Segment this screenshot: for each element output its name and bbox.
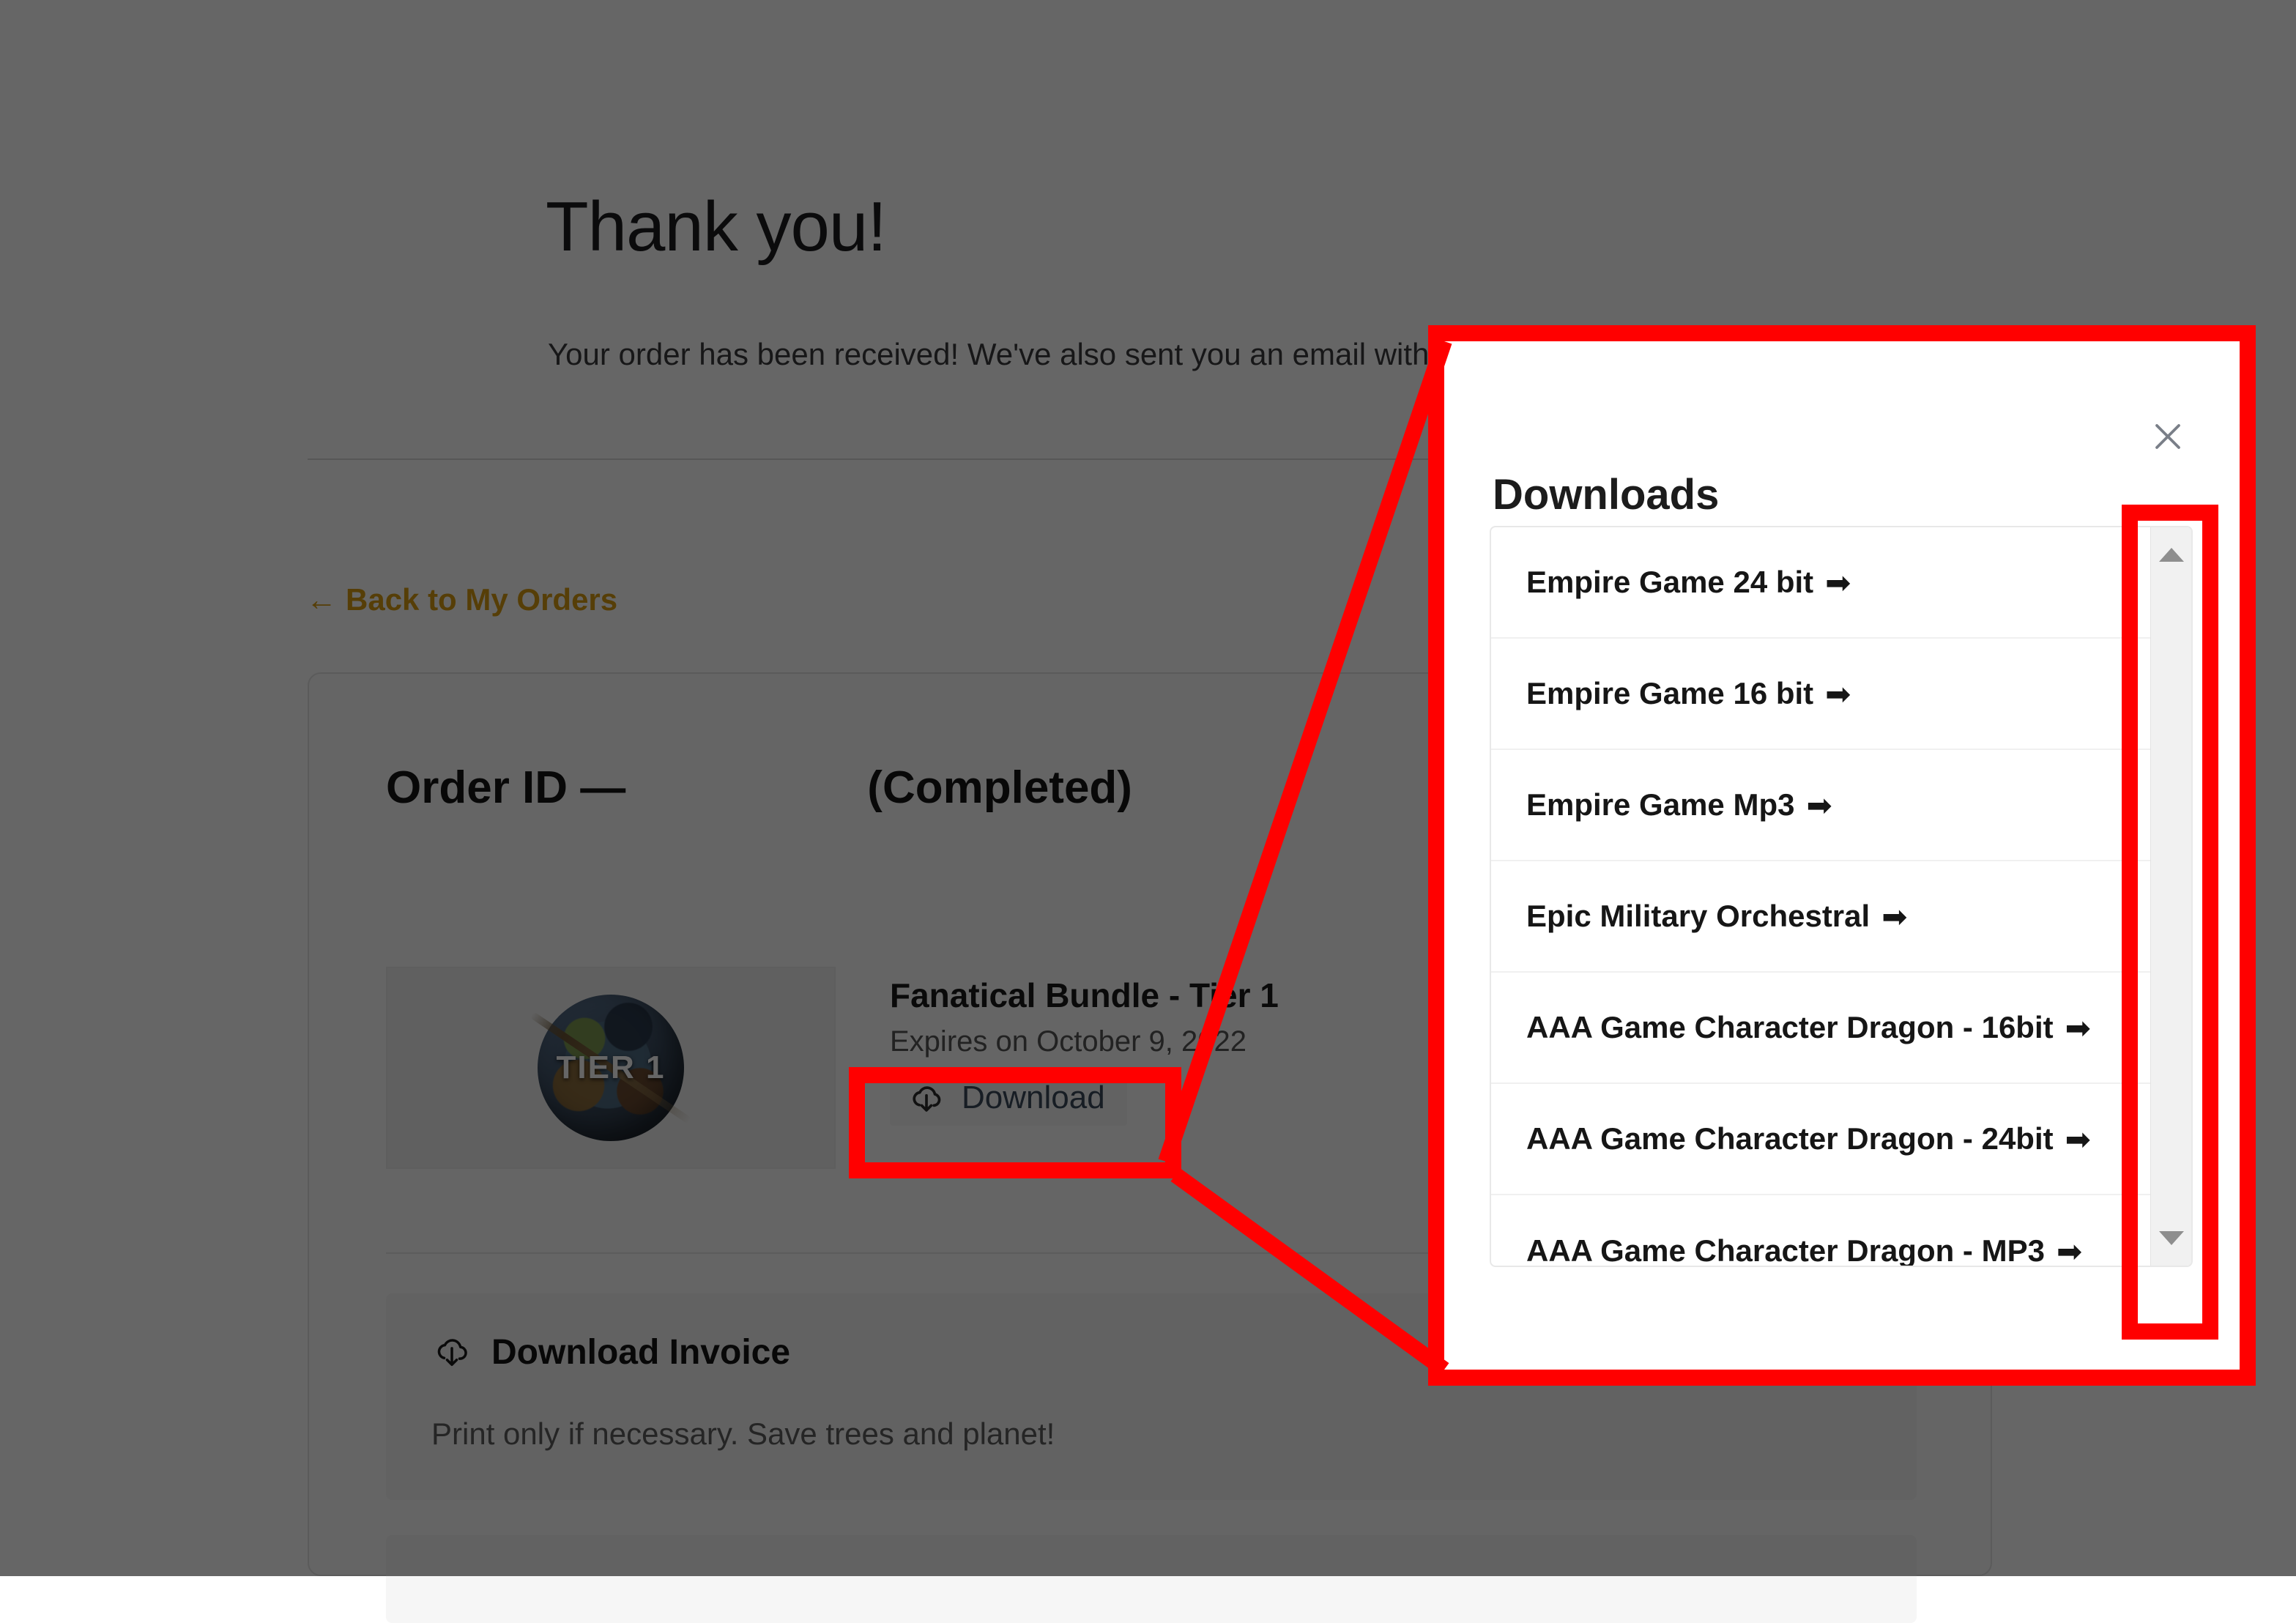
right-arrow-icon: ➡: [1881, 899, 1907, 935]
download-list-item[interactable]: AAA Game Character Dragon - MP3 ➡: [1491, 1195, 2150, 1267]
right-arrow-icon: ➡: [1806, 787, 1832, 823]
scroll-down-arrow-icon[interactable]: [2159, 1231, 2184, 1245]
right-arrow-icon: ➡: [2057, 1233, 2082, 1268]
downloads-list-items: Empire Game 24 bit➡Empire Game 16 bit➡Em…: [1491, 527, 2150, 1267]
download-list-item[interactable]: AAA Game Character Dragon - 16bit ➡: [1491, 973, 2150, 1084]
right-arrow-icon: ➡: [2065, 1121, 2091, 1157]
download-item-label: Empire Game 16 bit: [1526, 676, 1813, 711]
right-arrow-icon: ➡: [2065, 1010, 2091, 1046]
download-item-label: AAA Game Character Dragon - MP3: [1526, 1233, 2045, 1267]
download-item-label: Empire Game Mp3: [1526, 787, 1794, 822]
download-list-item[interactable]: Epic Military Orchestral ➡: [1491, 861, 2150, 973]
close-modal-button[interactable]: [2146, 415, 2190, 458]
downloads-list: Empire Game 24 bit➡Empire Game 16 bit➡Em…: [1490, 526, 2193, 1267]
scroll-up-arrow-icon[interactable]: [2159, 548, 2184, 562]
download-list-item[interactable]: AAA Game Character Dragon - 24bit ➡: [1491, 1084, 2150, 1195]
right-arrow-icon: ➡: [1825, 565, 1851, 601]
right-arrow-icon: ➡: [1825, 676, 1851, 712]
downloads-modal: Downloads Empire Game 24 bit➡Empire Game…: [1444, 341, 2240, 1370]
download-list-item[interactable]: Empire Game Mp3 ➡: [1491, 750, 2150, 861]
download-item-label: AAA Game Character Dragon - 24bit: [1526, 1121, 2054, 1156]
download-list-item[interactable]: Empire Game 16 bit ➡: [1491, 639, 2150, 750]
download-item-label: Empire Game 24 bit: [1526, 565, 1813, 600]
close-icon: [2146, 415, 2190, 458]
downloads-scrollbar[interactable]: [2150, 527, 2191, 1266]
download-item-label: AAA Game Character Dragon - 16bit: [1526, 1010, 2054, 1045]
download-item-label: Epic Military Orchestral: [1526, 899, 1870, 934]
download-list-item[interactable]: Empire Game 24 bit ➡: [1491, 527, 2150, 639]
modal-title: Downloads: [1493, 470, 1719, 519]
